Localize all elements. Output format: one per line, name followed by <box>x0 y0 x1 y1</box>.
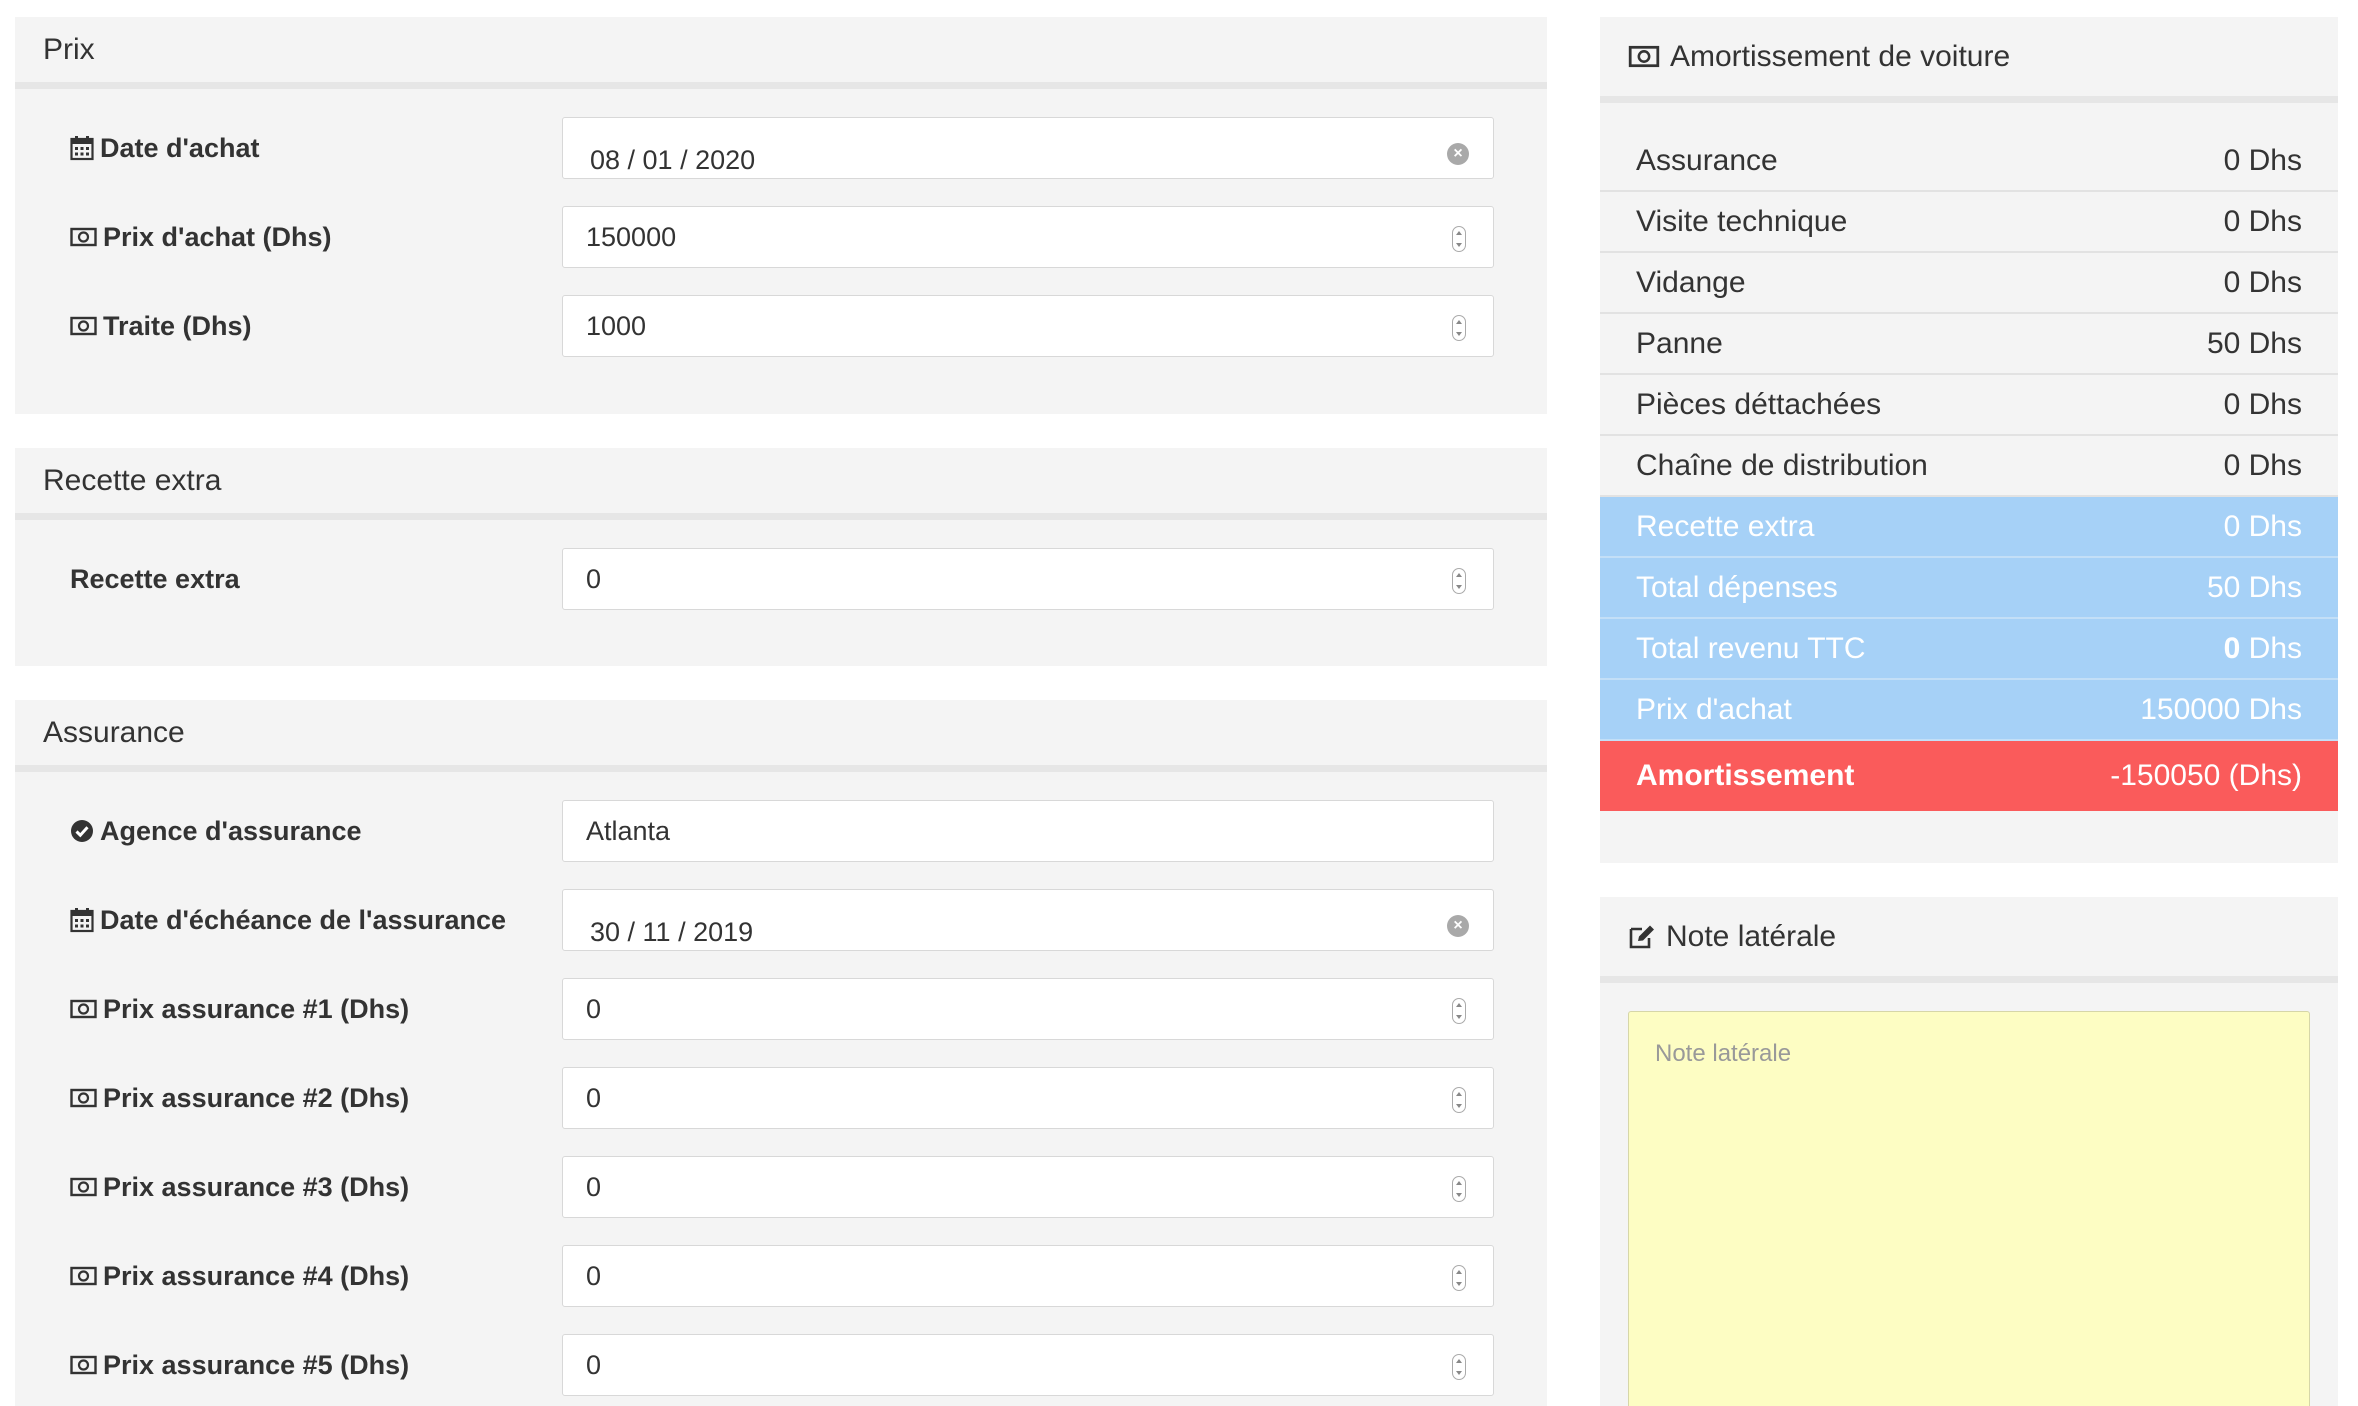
calendar-icon <box>70 135 94 161</box>
prix-assurance-label: Prix assurance #2 (Dhs) <box>103 1082 410 1113</box>
agence-input[interactable]: Atlanta <box>562 800 1494 862</box>
money-icon <box>1628 45 1660 68</box>
summary-row-total-depenses: Total dépenses 50 Dhs <box>1600 558 2338 619</box>
number-spinner[interactable] <box>1452 998 1466 1024</box>
prix-assurance-input[interactable]: 0 <box>562 1245 1494 1307</box>
amortissement-panel-title: Amortissement de voiture <box>1600 17 2338 103</box>
prix-assurance-label: Prix assurance #3 (Dhs) <box>103 1171 410 1202</box>
money-icon <box>70 1177 97 1197</box>
money-icon <box>70 1088 97 1108</box>
calendar-icon <box>70 907 94 933</box>
prix-assurance-label: Prix assurance #1 (Dhs) <box>103 993 410 1024</box>
prix-assurance-label: Prix assurance #5 (Dhs) <box>103 1349 410 1380</box>
prix-assurance-label: Prix assurance #4 (Dhs) <box>103 1260 410 1291</box>
recette-row: Recette extra 0 <box>15 548 1547 610</box>
summary-row-total-revenu: Total revenu TTC 0 Dhs <box>1600 619 2338 680</box>
note-panel-title: Note latérale <box>1600 897 2338 983</box>
note-textarea[interactable]: Note latérale <box>1628 1011 2310 1406</box>
number-spinner[interactable] <box>1452 315 1466 341</box>
recette-panel: Recette extra Recette extra 0 <box>15 448 1547 666</box>
number-spinner[interactable] <box>1452 1176 1466 1202</box>
prix-assurance-input[interactable]: 0 <box>562 978 1494 1040</box>
prix-panel-title: Prix <box>15 17 1547 89</box>
summary-row-prix-achat: Prix d'achat 150000 Dhs <box>1600 680 2338 741</box>
assurance-panel: Assurance Agence d'assurance Atlanta Dat… <box>15 700 1547 1406</box>
clear-date-icon[interactable]: × <box>1447 143 1469 165</box>
summary-row-panne: Panne 50 Dhs <box>1600 314 2338 375</box>
number-spinner[interactable] <box>1452 226 1466 252</box>
prix-assurance-input[interactable]: 0 <box>562 1067 1494 1129</box>
prix-panel: Prix Date d'achat 08 / 01 / 2020 × Prix … <box>15 17 1547 414</box>
echeance-label: Date d'échéance de l'assurance <box>100 904 507 935</box>
recette-input[interactable]: 0 <box>562 548 1494 610</box>
recette-panel-title: Recette extra <box>15 448 1547 520</box>
clear-date-icon[interactable]: × <box>1447 915 1469 937</box>
echeance-input[interactable]: 30 / 11 / 2019 × <box>562 889 1494 951</box>
prix-assurance-row: Prix assurance #4 (Dhs) 0 <box>15 1245 1547 1307</box>
summary-row-visite: Visite technique 0 Dhs <box>1600 192 2338 253</box>
prix-assurance-row: Prix assurance #3 (Dhs) 0 <box>15 1156 1547 1218</box>
summary-row-vidange: Vidange 0 Dhs <box>1600 253 2338 314</box>
date-achat-input[interactable]: 08 / 01 / 2020 × <box>562 117 1494 179</box>
prix-achat-label: Prix d'achat (Dhs) <box>103 221 332 252</box>
number-spinner[interactable] <box>1452 1087 1466 1113</box>
prix-assurance-row: Prix assurance #2 (Dhs) 0 <box>15 1067 1547 1129</box>
traite-input[interactable]: 1000 <box>562 295 1494 357</box>
date-achat-label: Date d'achat <box>100 132 260 163</box>
prix-assurance-input[interactable]: 0 <box>562 1156 1494 1218</box>
agence-label: Agence d'assurance <box>100 815 362 846</box>
date-achat-row: Date d'achat 08 / 01 / 2020 × <box>15 117 1547 179</box>
summary-row-recette: Recette extra 0 Dhs <box>1600 497 2338 558</box>
prix-assurance-row: Prix assurance #5 (Dhs) 0 <box>15 1334 1547 1396</box>
prix-achat-row: Prix d'achat (Dhs) 150000 <box>15 206 1547 268</box>
assurance-panel-title: Assurance <box>15 700 1547 772</box>
check-circle-icon <box>70 819 94 843</box>
echeance-row: Date d'échéance de l'assurance 30 / 11 /… <box>15 889 1547 951</box>
traite-label: Traite (Dhs) <box>103 310 252 341</box>
money-icon <box>70 316 97 336</box>
recette-label: Recette extra <box>70 563 240 594</box>
prix-assurance-input[interactable]: 0 <box>562 1334 1494 1396</box>
note-panel: Note latérale Note latérale <box>1600 897 2338 1406</box>
summary-row-pieces: Pièces déttachées 0 Dhs <box>1600 375 2338 436</box>
summary-row-assurance: Assurance 0 Dhs <box>1600 131 2338 192</box>
prix-assurance-row: Prix assurance #1 (Dhs) 0 <box>15 978 1547 1040</box>
agence-row: Agence d'assurance Atlanta <box>15 800 1547 862</box>
money-icon <box>70 1266 97 1286</box>
summary-row-chaine: Chaîne de distribution 0 Dhs <box>1600 436 2338 497</box>
money-icon <box>70 999 97 1019</box>
edit-icon <box>1628 924 1656 950</box>
summary-row-amortissement: Amortissement -150050 (Dhs) <box>1600 741 2338 811</box>
money-icon <box>70 227 97 247</box>
amortissement-panel: Amortissement de voiture Assurance 0 Dhs … <box>1600 17 2338 863</box>
number-spinner[interactable] <box>1452 1265 1466 1291</box>
number-spinner[interactable] <box>1452 1354 1466 1380</box>
prix-achat-input[interactable]: 150000 <box>562 206 1494 268</box>
money-icon <box>70 1355 97 1375</box>
number-spinner[interactable] <box>1452 568 1466 594</box>
traite-row: Traite (Dhs) 1000 <box>15 295 1547 357</box>
